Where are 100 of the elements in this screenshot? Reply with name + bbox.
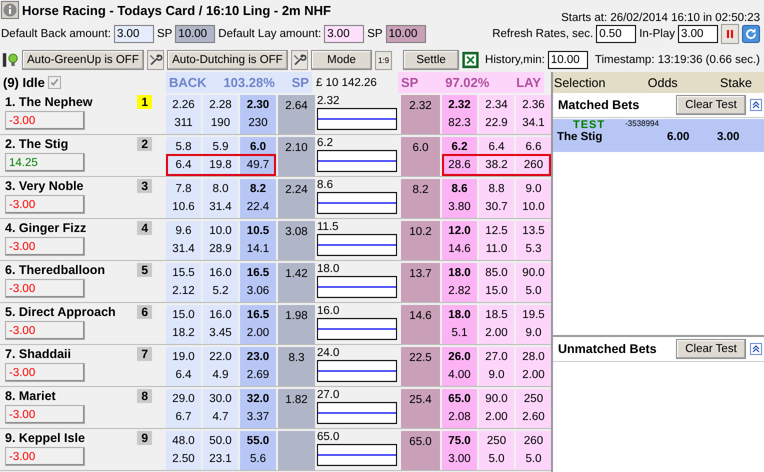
bulb-icon[interactable] [2,50,19,70]
spreadsheet-icon[interactable] [462,50,480,70]
profit-loss-button[interactable]: 14.25 [5,153,85,172]
last-traded-price: 24.0 [317,347,340,360]
runner-name: 8. Mariet [5,389,56,403]
info-icon[interactable] [1,1,19,19]
field-label: In-Play [639,28,675,40]
lay-price-cell[interactable]: 85.0 15.0 [479,263,514,302]
lay-price-cell[interactable]: 2.36 34.1 [516,95,551,134]
lay-price-cell[interactable]: 2.34 22.9 [479,95,514,134]
profit-loss-button[interactable]: -3.00 [5,363,85,382]
lay-price-cell[interactable]: 27.0 9.0 [479,347,514,386]
lay-price-cell[interactable]: 18.0 5.1 [442,305,477,344]
sp-back-cell: 3.08 [278,221,315,260]
lay-price-cell[interactable]: 8.6 3.80 [442,179,477,218]
profit-loss-button[interactable]: -3.00 [5,111,85,130]
lay-price-cell[interactable]: 12.0 14.6 [442,221,477,260]
back-price-cell[interactable]: 9.6 31.4 [166,221,201,260]
profit-loss-button[interactable]: -3.00 [5,321,85,340]
collapse-icon[interactable] [750,343,762,355]
back-price-cell[interactable]: 2.30 230 [240,95,276,134]
lay-price-cell[interactable]: 28.0 2.00 [516,347,551,386]
back-price-cell[interactable]: 29.0 6.7 [166,389,201,428]
lay-price-cell[interactable]: 18.0 2.82 [442,263,477,302]
amount-field[interactable]: 3.00 [114,25,154,43]
back-price-cell[interactable]: 10.0 28.9 [203,221,238,260]
lay-price-cell[interactable]: 90.0 2.00 [479,389,514,428]
profit-loss-button[interactable]: -3.00 [5,447,85,466]
back-price-cell[interactable]: 19.0 6.4 [166,347,201,386]
sp-back-cell: 2.64 [278,95,315,134]
auto-greenup-button[interactable]: Auto-GreenUp is OFF [22,50,144,70]
wrench-icon[interactable] [290,50,308,70]
saddle-number: 1 [137,95,152,109]
lay-price-cell[interactable]: 19.5 9.0 [516,305,551,344]
lay-price-cell[interactable]: 2.32 82.3 [442,95,477,134]
back-price-cell[interactable]: 16.5 3.06 [240,263,276,302]
back-price-cell[interactable]: 16.0 3.45 [203,305,238,344]
runner-name: 5. Direct Approach [5,305,116,319]
amount-field[interactable]: 10.00 [386,25,426,43]
back-price-cell[interactable]: 16.5 2.00 [240,305,276,344]
amount-field[interactable]: 10.00 [175,25,216,43]
back-price-cell[interactable]: 15.0 18.2 [166,305,201,344]
back-price-cell[interactable]: 8.0 31.4 [203,179,238,218]
lay-price-cell[interactable]: 8.8 30.7 [479,179,514,218]
sp-back-cell: 1.98 [278,305,315,344]
back-price-cell[interactable]: 48.0 2.50 [166,431,201,470]
pause-button[interactable] [721,24,739,44]
lay-price-cell[interactable]: 90.0 5.0 [516,263,551,302]
lay-price-cell[interactable]: 18.5 2.00 [479,305,514,344]
profit-loss-button[interactable]: -3.00 [5,279,85,298]
lay-header: SP 97.02% LAY [398,72,544,93]
runner-name: 4. Ginger Fizz [5,221,86,235]
mode-button[interactable]: Mode [311,50,372,70]
idle-checkbox[interactable] [48,76,61,89]
back-price-cell[interactable]: 15.5 2.12 [166,263,201,302]
back-price-cell[interactable]: 16.0 5.2 [203,263,238,302]
back-price-cell[interactable]: 22.0 4.9 [203,347,238,386]
saddle-number: 8 [137,389,152,403]
matched-bet-row[interactable]: TEST -3538994 The Stig 6.00 3.00 [553,119,764,152]
lay-price-cell[interactable]: 260 5.0 [516,431,551,470]
lay-price-cell[interactable]: 26.0 4.00 [442,347,477,386]
lay-price-cell[interactable]: 65.0 2.08 [442,389,477,428]
history-field[interactable]: 10.00 [548,51,588,69]
clear-test-button[interactable]: Clear Test [676,339,746,359]
back-price-cell[interactable]: 2.26 311 [166,95,201,134]
back-price-cell[interactable]: 2.28 190 [203,95,238,134]
settle-button[interactable]: Settle [403,50,460,70]
clear-test-button[interactable]: Clear Test [676,95,746,115]
rate-field[interactable]: 3.00 [678,25,718,43]
lay-price-cell[interactable]: 13.5 5.3 [516,221,551,260]
sp-back-cell: 2.24 [278,179,315,218]
back-price-cell[interactable]: 55.0 5.6 [240,431,276,470]
lay-price-cell[interactable]: 12.5 11.0 [479,221,514,260]
amount-field[interactable]: 3.00 [324,25,364,43]
ratio-button[interactable]: 1:9 [375,50,392,70]
profit-loss-button[interactable]: -3.00 [5,195,85,214]
back-price-cell[interactable]: 7.8 10.6 [166,179,201,218]
collapse-icon[interactable] [750,99,762,111]
back-price-cell[interactable]: 8.2 22.4 [240,179,276,218]
field-label: SP [156,28,172,40]
back-price-cell[interactable]: 30.0 4.7 [203,389,238,428]
back-price-cell[interactable]: 50.0 23.1 [203,431,238,470]
back-price-cell[interactable]: 10.5 14.1 [240,221,276,260]
back-price-cell[interactable]: 5.9 19.8 [203,137,238,176]
back-price-cell[interactable]: 23.0 2.69 [240,347,276,386]
last-traded-price: 6.2 [317,137,334,150]
wrench-icon[interactable] [146,50,164,70]
refresh-icon[interactable] [742,25,760,43]
profit-loss-button[interactable]: -3.00 [5,237,85,256]
profit-loss-button[interactable]: -3.00 [5,405,85,424]
lay-price-cell[interactable]: 9.0 10.0 [516,179,551,218]
lay-price-cell[interactable]: 75.0 3.00 [442,431,477,470]
auto-dutching-button[interactable]: Auto-Dutching is OFF [167,50,288,70]
lay-price-cell[interactable]: 250 5.0 [479,431,514,470]
back-price-cell[interactable]: 32.0 3.37 [240,389,276,428]
sp-back-cell: 8.3 [278,347,315,386]
lay-price-cell[interactable]: 6.4 38.2 [479,137,514,176]
rate-field[interactable]: 0.50 [596,25,636,43]
section-title: Unmatched Bets [558,342,658,356]
lay-price-cell[interactable]: 250 2.60 [516,389,551,428]
